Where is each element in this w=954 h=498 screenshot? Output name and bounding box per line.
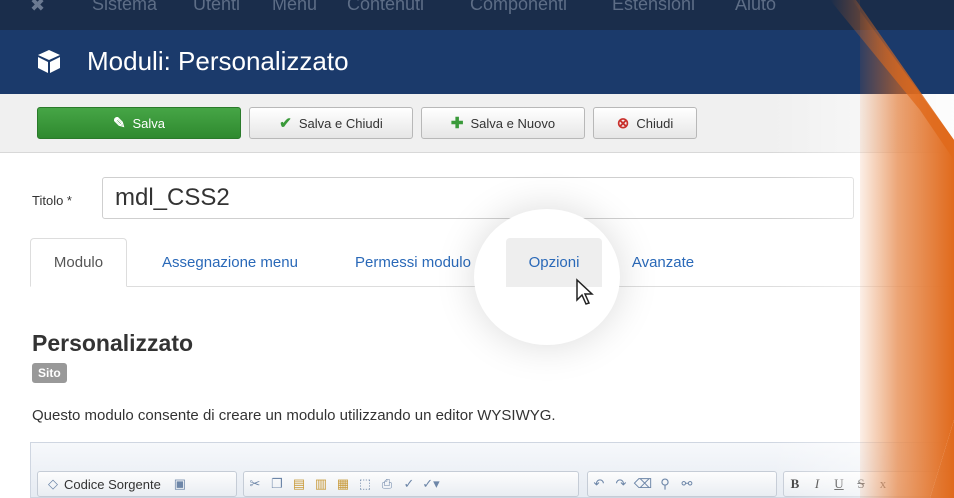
print-icon[interactable]: ⎙	[376, 476, 398, 492]
tab-avanzate[interactable]: Avanzate	[613, 238, 713, 287]
spellcheck-dropdown-icon[interactable]: ✓▾	[420, 476, 442, 492]
italic-icon[interactable]: I	[806, 476, 828, 492]
paste-text-icon[interactable]: ▥	[310, 476, 332, 492]
format-group: B I U S x	[783, 471, 954, 497]
spellcheck-icon[interactable]: ✓	[398, 476, 420, 492]
title-input[interactable]: mdl_CSS2	[102, 177, 854, 219]
source-code-button[interactable]: ◇ Codice Sorgente ▣	[37, 471, 237, 497]
menu-utenti[interactable]: Utenti	[193, 0, 240, 15]
menu-estensioni[interactable]: Estensioni	[612, 0, 695, 15]
page-header: Moduli: Personalizzato	[0, 30, 954, 94]
eraser-icon[interactable]: ⌫	[632, 476, 654, 492]
edit-icon: ✎	[112, 115, 126, 132]
strikethrough-icon[interactable]: S	[850, 476, 872, 492]
editor-toolbar: ◇ Codice Sorgente ▣ ✂ ❐ ▤ ▥ ▦ ⬚ ⎙ ✓ ✓▾ ↶…	[30, 442, 954, 498]
source-code-label: Codice Sorgente	[64, 476, 161, 492]
save-close-button[interactable]: ✔ Salva e Chiudi	[249, 107, 413, 139]
page-title: Moduli: Personalizzato	[87, 46, 349, 76]
bold-icon[interactable]: B	[784, 476, 806, 492]
underline-icon[interactable]: U	[828, 476, 850, 492]
title-label: Titolo *	[32, 193, 72, 208]
clipboard-group: ✂ ❐ ▤ ▥ ▦ ⬚ ⎙ ✓ ✓▾	[243, 471, 579, 497]
find-icon[interactable]: ⚲	[654, 476, 676, 492]
top-menubar: ✖ Sistema Utenti Menu Contenuti Componen…	[0, 0, 954, 30]
tab-modulo[interactable]: Modulo	[30, 238, 127, 287]
plus-icon: ✚	[450, 115, 464, 132]
menu-contenuti[interactable]: Contenuti	[347, 0, 424, 15]
action-toolbar: ✎ Salva ✔ Salva e Chiudi ✚ Salva e Nuovo…	[0, 94, 954, 153]
cube-icon	[38, 50, 60, 73]
close-label: Chiudi	[636, 115, 674, 131]
check-icon: ✔	[279, 115, 292, 132]
save-button[interactable]: ✎ Salva	[37, 107, 241, 139]
select-all-icon[interactable]: ⬚	[354, 476, 376, 492]
save-icon[interactable]: ▣	[169, 476, 191, 492]
menu-sistema[interactable]: Sistema	[92, 0, 157, 15]
mouse-cursor-icon	[576, 278, 594, 305]
save-new-label: Salva e Nuovo	[470, 115, 556, 131]
save-new-button[interactable]: ✚ Salva e Nuovo	[421, 107, 585, 139]
menu-aiuto[interactable]: Aiuto	[735, 0, 776, 15]
site-badge: Sito	[32, 363, 67, 383]
section-description: Questo modulo consente di creare un modu…	[32, 407, 556, 424]
source-code-icon: ◇	[48, 476, 58, 491]
copy-icon[interactable]: ❐	[266, 476, 288, 492]
joomla-logo-icon[interactable]: ✖	[30, 0, 54, 16]
close-circle-icon: ⊗	[616, 115, 630, 132]
menu-componenti[interactable]: Componenti	[470, 0, 567, 15]
tab-assegnazione-menu[interactable]: Assegnazione menu	[134, 238, 326, 287]
save-close-label: Salva e Chiudi	[298, 115, 383, 131]
replace-icon[interactable]: ⚯	[676, 476, 698, 492]
undo-group: ↶ ↷ ⌫ ⚲ ⚯	[587, 471, 777, 497]
close-button[interactable]: ⊗ Chiudi	[593, 107, 697, 139]
redo-icon[interactable]: ↷	[610, 476, 632, 492]
section-title: Personalizzato	[32, 330, 194, 356]
tab-permessi-modulo[interactable]: Permessi modulo	[333, 238, 493, 287]
save-label: Salva	[132, 115, 166, 131]
paste-word-icon[interactable]: ▦	[332, 476, 354, 492]
subscript-icon[interactable]: x	[872, 476, 894, 492]
paste-icon[interactable]: ▤	[288, 476, 310, 492]
menu-menu[interactable]: Menu	[272, 0, 317, 15]
cut-icon[interactable]: ✂	[244, 476, 266, 492]
undo-icon[interactable]: ↶	[588, 476, 610, 492]
